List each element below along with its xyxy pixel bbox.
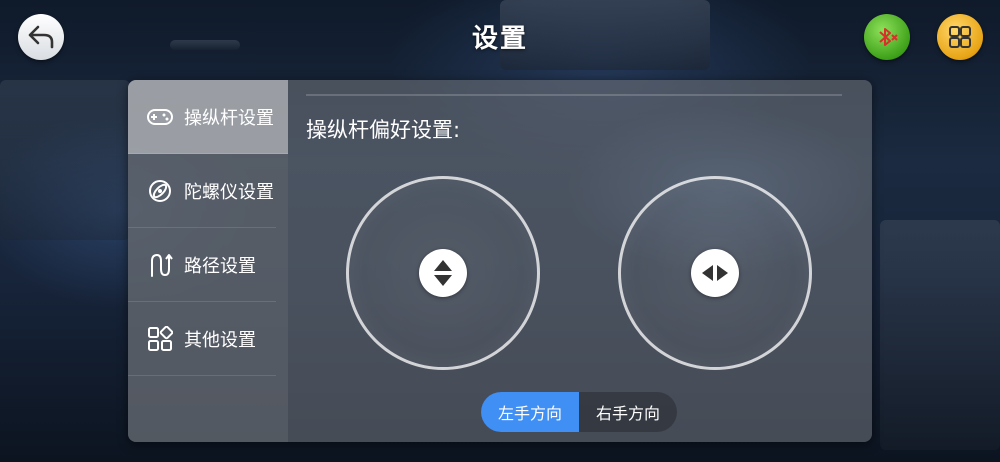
page-title: 设置	[471, 24, 528, 54]
left-joystick-preview	[346, 176, 540, 370]
joystick-settings-content: 操纵杆偏好设置: 左手方向 右手方向	[288, 80, 872, 442]
background-spaceship	[0, 80, 130, 240]
sidebar-item-other[interactable]: 其他设置	[128, 302, 276, 376]
left-right-arrows-icon	[702, 265, 728, 281]
sidebar-item-path[interactable]: 路径设置	[128, 228, 276, 302]
up-down-arrows-icon	[434, 260, 452, 286]
right-joystick-knob[interactable]	[691, 249, 739, 297]
sidebar-item-label: 操纵杆设置	[184, 107, 274, 129]
gamepad-icon	[146, 103, 174, 131]
hand-direction-toggle: 左手方向 右手方向	[481, 392, 677, 432]
background-spaceship	[880, 220, 1000, 450]
sidebar-item-label: 陀螺仪设置	[184, 181, 274, 203]
left-joystick-knob[interactable]	[419, 249, 467, 297]
section-title: 操纵杆偏好设置:	[306, 118, 461, 142]
sidebar-item-label: 其他设置	[184, 329, 256, 351]
sidebar-item-gyroscope[interactable]: 陀螺仪设置	[128, 154, 276, 228]
settings-panel: 操纵杆设置 陀螺仪设置 路径设置 其他设置 操纵杆偏好设置: 左手方向 右手方向	[128, 80, 872, 442]
gyroscope-icon	[146, 177, 174, 205]
bluetooth-button[interactable]	[864, 14, 910, 60]
grid-icon	[146, 325, 174, 353]
sidebar-item-label: 路径设置	[184, 255, 256, 277]
path-icon	[146, 251, 174, 279]
grid-menu-icon	[949, 26, 971, 48]
settings-sidebar: 操纵杆设置 陀螺仪设置 路径设置 其他设置	[128, 80, 288, 442]
bluetooth-disconnected-icon	[879, 28, 898, 46]
right-joystick-preview	[618, 176, 812, 370]
left-hand-button[interactable]: 左手方向	[481, 392, 579, 432]
app-menu-button[interactable]	[937, 14, 983, 60]
divider	[306, 94, 842, 96]
right-hand-button[interactable]: 右手方向	[579, 392, 677, 432]
sidebar-item-joystick[interactable]: 操纵杆设置	[128, 80, 288, 154]
